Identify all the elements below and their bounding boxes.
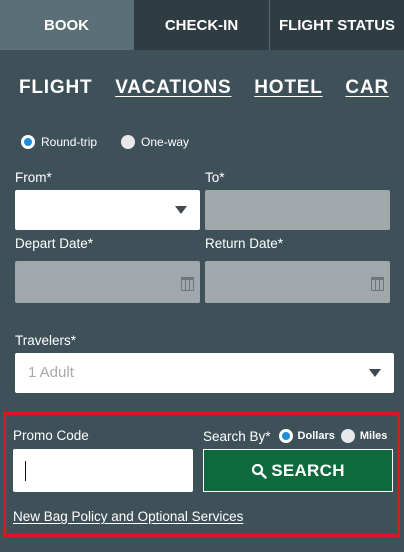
search-icon (252, 463, 267, 479)
mode-tab-vacations[interactable]: VACATIONS (115, 77, 231, 99)
miles-label[interactable]: Miles (360, 430, 388, 442)
travelers-label: Travelers* (15, 333, 77, 348)
promo-code-label: Promo Code (13, 428, 89, 443)
mode-tab-hotel[interactable]: HOTEL (254, 77, 322, 99)
mode-tab-car[interactable]: CAR (345, 77, 389, 99)
return-date-field[interactable] (205, 261, 390, 303)
dollars-label[interactable]: Dollars (298, 430, 335, 442)
travelers-value: 1 Adult (28, 364, 74, 381)
bag-policy-link[interactable]: New Bag Policy and Optional Services (13, 509, 243, 524)
from-label: From* (15, 170, 52, 185)
promo-code-input[interactable] (13, 449, 193, 492)
one-way-label[interactable]: One-way (141, 135, 189, 149)
dollars-radio[interactable] (278, 429, 293, 443)
round-trip-label[interactable]: Round-trip (41, 135, 97, 149)
search-by-label: Search By* (203, 428, 271, 444)
chevron-down-icon[interactable] (175, 206, 187, 214)
search-button[interactable]: SEARCH (203, 449, 393, 492)
depart-date-field[interactable] (15, 261, 200, 303)
text-cursor (25, 461, 26, 481)
tab-check-in[interactable]: CHECK-IN (134, 0, 270, 50)
tab-book[interactable]: BOOK (0, 0, 134, 50)
calendar-icon[interactable] (371, 277, 384, 291)
calendar-icon[interactable] (181, 277, 194, 291)
miles-radio[interactable] (340, 429, 355, 443)
to-field[interactable] (205, 190, 390, 230)
depart-date-label: Depart Date* (15, 236, 94, 251)
chevron-down-icon[interactable] (369, 369, 381, 377)
search-button-label: SEARCH (271, 460, 345, 480)
round-trip-radio[interactable] (21, 135, 35, 149)
from-select[interactable] (15, 190, 200, 230)
search-by-group: Search By* Dollars Miles (203, 427, 387, 445)
one-way-radio[interactable] (121, 135, 136, 149)
tab-flight-status[interactable]: FLIGHT STATUS (270, 0, 404, 50)
to-label: To* (205, 170, 225, 185)
top-tab-bar: BOOK CHECK-IN FLIGHT STATUS (0, 0, 404, 50)
trip-type-group: Round-trip One-way (21, 133, 213, 151)
mode-tab-flight[interactable]: FLIGHT (19, 77, 92, 99)
return-date-label: Return Date* (205, 236, 284, 251)
booking-mode-tabs: FLIGHT VACATIONS HOTEL CAR (19, 74, 389, 102)
